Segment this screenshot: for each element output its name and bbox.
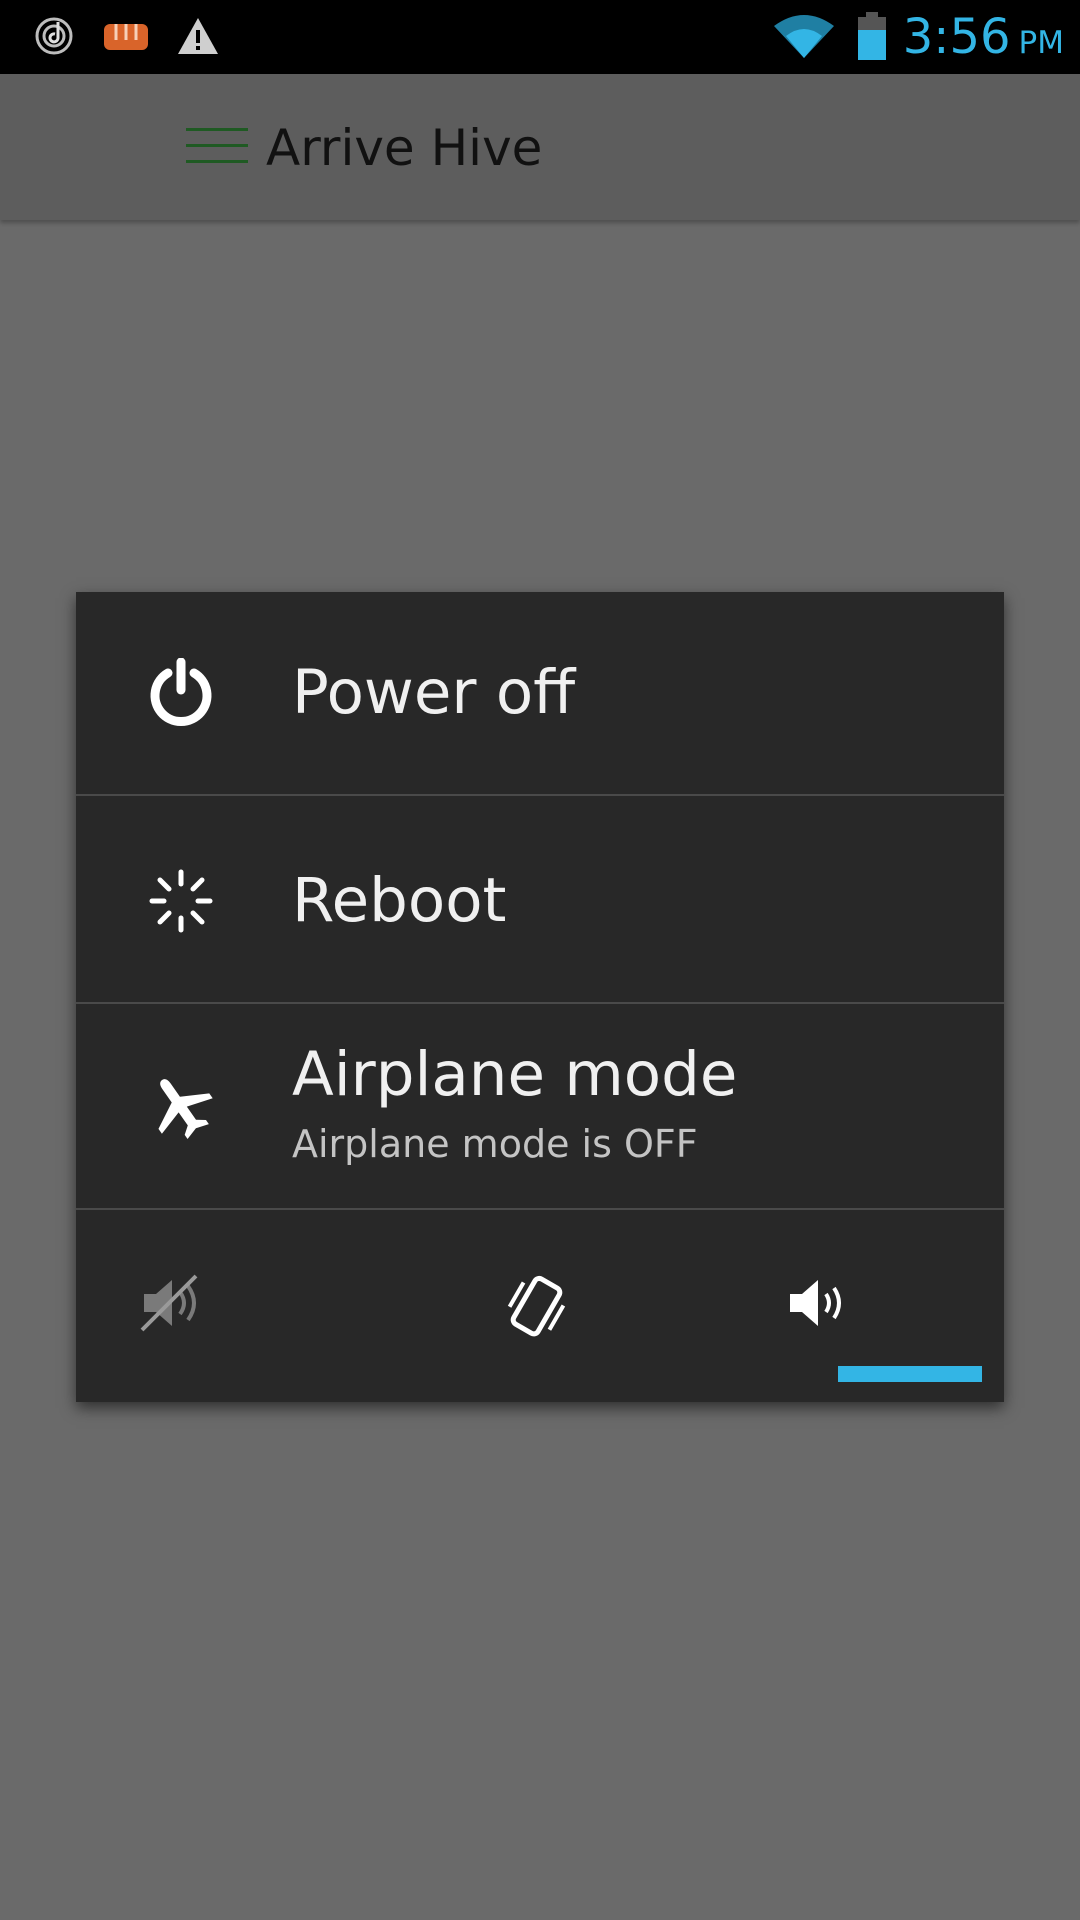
app-title: Arrive Hive: [266, 119, 543, 177]
airplane-mode-item[interactable]: Airplane mode Airplane mode is OFF: [76, 1004, 1004, 1210]
power-off-item[interactable]: Power off: [76, 592, 1004, 796]
vibrate-button[interactable]: [385, 1210, 694, 1402]
power-off-label: Power off: [292, 657, 576, 728]
airplane-mode-status: Airplane mode is OFF: [292, 1122, 698, 1166]
vibrate-icon: [507, 1275, 566, 1337]
clock-ampm: PM: [1018, 25, 1064, 61]
screen: 3:56 PM Arrive Hive Power off Reboot Air…: [0, 0, 1080, 1920]
sound-on-icon: [790, 1280, 841, 1326]
airplane-mode-label: Airplane mode: [292, 1039, 738, 1110]
status-bar: 3:56 PM: [0, 0, 1080, 74]
status-clock: 3:56 PM: [903, 4, 1064, 70]
airplane-icon: [146, 1072, 216, 1142]
music-radio-icon: [32, 14, 76, 58]
wifi-icon: [772, 12, 836, 60]
fist-icon: [100, 14, 152, 58]
power-options-dialog: Power off Reboot Airplane mode Airplane …: [76, 592, 1004, 1402]
reboot-item[interactable]: Reboot: [76, 796, 1004, 1004]
sound-off-icon: [140, 1274, 198, 1332]
selected-sound-indicator: [838, 1366, 982, 1382]
hamburger-menu-icon[interactable]: [186, 124, 248, 168]
reboot-label: Reboot: [292, 865, 507, 936]
reboot-spinner-icon: [146, 866, 216, 936]
app-action-bar: Arrive Hive: [0, 74, 1080, 220]
battery-icon: [856, 12, 888, 62]
power-icon: [146, 657, 216, 728]
warning-icon: [176, 14, 220, 58]
clock-time: 3:56: [902, 9, 1011, 65]
sound-off-button[interactable]: [76, 1210, 385, 1402]
